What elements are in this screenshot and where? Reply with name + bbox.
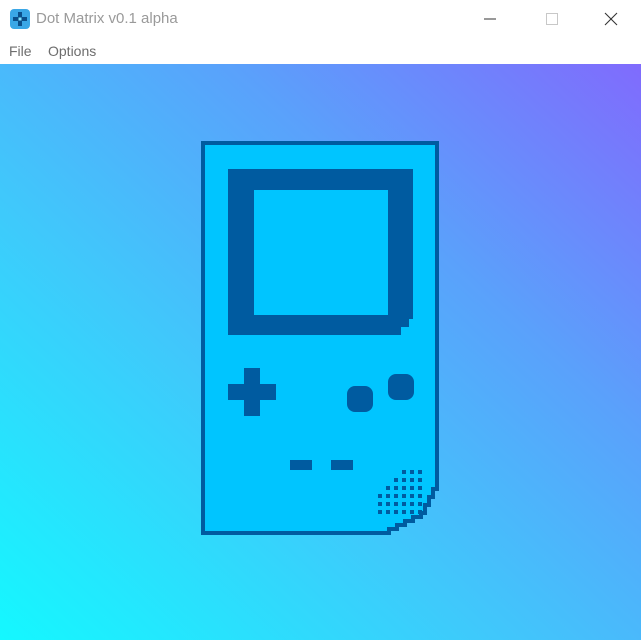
a-button-icon [388, 374, 414, 400]
window-title: Dot Matrix v0.1 alpha [36, 10, 178, 27]
close-button[interactable] [588, 0, 634, 38]
minimize-icon [484, 18, 496, 20]
maximize-button[interactable] [529, 0, 575, 38]
start-button-icon [331, 460, 353, 470]
menu-file[interactable]: File [9, 43, 32, 59]
app-window: Dot Matrix v0.1 alpha File Options [0, 0, 641, 640]
handheld-console-icon [201, 141, 439, 535]
select-button-icon [290, 460, 312, 470]
minimize-button[interactable] [467, 0, 513, 38]
title-bar[interactable]: Dot Matrix v0.1 alpha [0, 0, 641, 38]
menu-options[interactable]: Options [48, 43, 96, 59]
maximize-icon [546, 13, 558, 25]
menu-bar: File Options [0, 38, 641, 64]
main-canvas [0, 64, 641, 640]
close-icon [604, 12, 618, 26]
screen-area [254, 190, 388, 315]
b-button-icon [347, 386, 373, 412]
dpad-app-icon [10, 9, 30, 29]
